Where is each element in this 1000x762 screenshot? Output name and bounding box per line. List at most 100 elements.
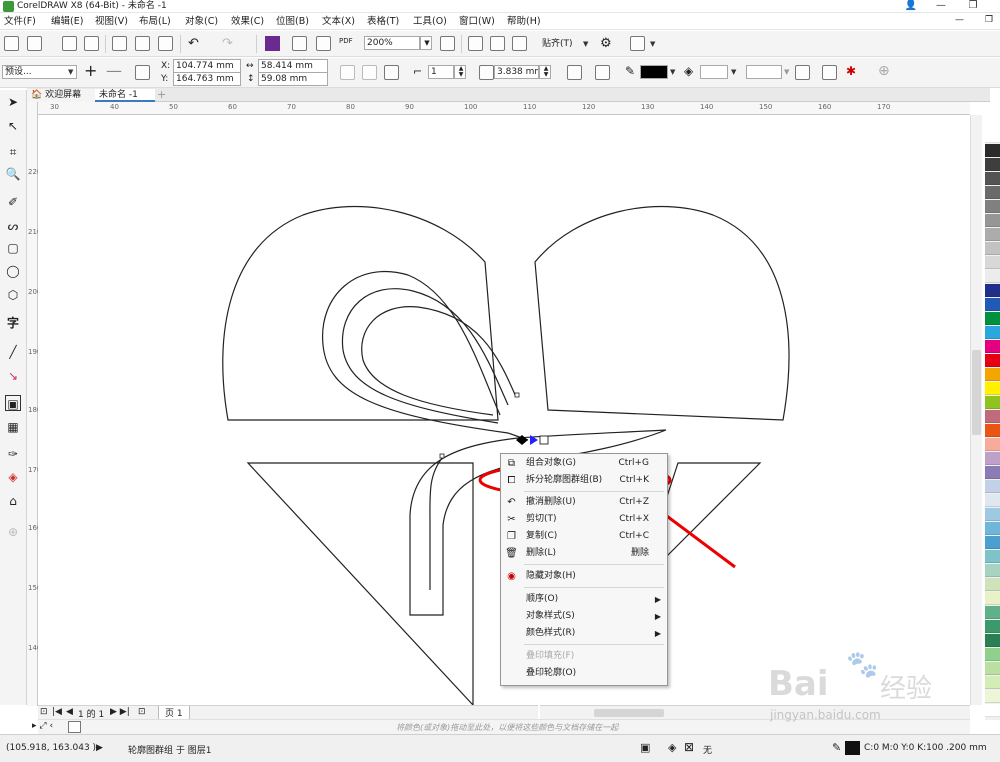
object-acceleration-icon[interactable]: [795, 65, 810, 80]
paste-icon[interactable]: [158, 36, 173, 51]
color-swatch[interactable]: [985, 620, 1000, 633]
menu-item-group[interactable]: ⧉ 组合对象(G) Ctrl+G: [501, 455, 667, 472]
smart-fill-icon[interactable]: ⌂: [5, 493, 21, 509]
add-tool-icon[interactable]: ⊕: [5, 524, 21, 540]
height-field[interactable]: 59.08 mm: [258, 72, 328, 86]
restore-doc-button[interactable]: ❐: [985, 15, 993, 25]
corel-connect-icon[interactable]: [265, 36, 280, 51]
tab-document[interactable]: 未命名 -1: [95, 89, 155, 102]
save-icon[interactable]: [62, 36, 77, 51]
new-document-icon[interactable]: [4, 36, 19, 51]
menu-item-break-contour[interactable]: ⧠ 拆分轮廓图群组(B) Ctrl+K: [501, 472, 667, 489]
color-swatch[interactable]: [985, 214, 1000, 227]
grid-icon[interactable]: [490, 36, 505, 51]
color-swatch[interactable]: [985, 242, 1000, 255]
add-preset-icon[interactable]: +: [84, 61, 97, 80]
copy-icon[interactable]: [135, 36, 150, 51]
menu-file[interactable]: 文件(F): [4, 14, 36, 29]
guidelines-icon[interactable]: [512, 36, 527, 51]
color-swatch[interactable]: [985, 452, 1000, 465]
first-page-icon[interactable]: ⊡: [40, 707, 48, 717]
menu-edit[interactable]: 编辑(E): [51, 14, 83, 29]
color-swatch[interactable]: [985, 550, 1000, 563]
menu-view[interactable]: 视图(V): [95, 14, 128, 29]
steps-spinner[interactable]: ▲ ▼: [454, 65, 466, 79]
menu-item-undo[interactable]: ↶ 撤消删除(U) Ctrl+Z: [501, 494, 667, 511]
color-swatch[interactable]: [985, 564, 1000, 577]
color-swatch[interactable]: [985, 480, 1000, 493]
transparency-icon[interactable]: ▦: [5, 419, 21, 435]
color-swatch[interactable]: [985, 130, 1000, 143]
freehand-icon[interactable]: ✐: [5, 194, 21, 210]
menu-item-color-styles[interactable]: 颜色样式(R) ▶: [501, 625, 667, 642]
menu-item-cut[interactable]: ✂ 剪切(T) Ctrl+X: [501, 511, 667, 528]
export-pdf-icon[interactable]: PDF: [339, 37, 353, 45]
menu-item-overprint-outline[interactable]: 叠印轮廓(O): [501, 665, 667, 682]
color-swatch[interactable]: [985, 578, 1000, 591]
x-position-field[interactable]: 104.774 mm: [173, 59, 241, 73]
object-origin-icon[interactable]: [135, 65, 150, 80]
menu-bitmap[interactable]: 位图(B): [276, 14, 309, 29]
prev-page-icon[interactable]: |◀: [52, 707, 62, 717]
print-icon[interactable]: [84, 36, 99, 51]
options-gear-icon[interactable]: ⚙: [600, 36, 612, 51]
contour-steps-field[interactable]: 1: [428, 65, 454, 79]
page-tab[interactable]: 页 1: [158, 706, 190, 720]
menu-item-order[interactable]: 顺序(O) ▶: [501, 591, 667, 608]
contour-corners-icon[interactable]: [567, 65, 582, 80]
crop-icon[interactable]: ⌗: [5, 144, 21, 160]
color-swatch[interactable]: [985, 228, 1000, 241]
polygon-icon[interactable]: ⬡: [5, 287, 21, 303]
color-swatch[interactable]: [985, 592, 1000, 605]
fill-color-swatch[interactable]: [700, 65, 728, 79]
color-swatch[interactable]: [985, 438, 1000, 451]
full-screen-icon[interactable]: [440, 36, 455, 51]
offset-spinner[interactable]: ▲ ▼: [539, 65, 551, 79]
color-swatch[interactable]: [985, 536, 1000, 549]
interactive-fill-icon[interactable]: ◈: [5, 469, 21, 485]
color-swatch[interactable]: [985, 522, 1000, 535]
outside-icon[interactable]: [384, 65, 399, 80]
connector-icon[interactable]: ↘: [5, 368, 21, 384]
artistic-media-icon[interactable]: ᔕ: [5, 218, 21, 234]
color-swatch[interactable]: [985, 158, 1000, 171]
account-icon[interactable]: 👤: [900, 0, 922, 13]
undo-icon[interactable]: ↶: [188, 36, 199, 51]
color-swatch[interactable]: [985, 186, 1000, 199]
menu-item-hide[interactable]: ◉ 隐藏对象(H): [501, 568, 667, 585]
menu-effects[interactable]: 效果(C): [231, 14, 264, 29]
menu-item-overprint-fill[interactable]: 叠印填充(F): [501, 648, 667, 665]
color-swatch[interactable]: [985, 466, 1000, 479]
color-swatch[interactable]: [985, 396, 1000, 409]
color-swatch[interactable]: [985, 340, 1000, 353]
restore-button[interactable]: ❐: [962, 0, 984, 13]
minimize-button[interactable]: —: [930, 0, 952, 13]
menu-window[interactable]: 窗口(W): [459, 14, 495, 29]
y-position-field[interactable]: 164.763 mm: [173, 72, 241, 86]
contour-offset-field[interactable]: 3.838 mm: [494, 65, 539, 79]
zoom-dropdown-button[interactable]: ▼: [420, 36, 432, 50]
menu-tools[interactable]: 工具(O): [413, 14, 447, 29]
scroll-thumb[interactable]: [972, 350, 981, 435]
cut-icon[interactable]: [112, 36, 127, 51]
import-icon[interactable]: [292, 36, 307, 51]
color-swatch[interactable]: [985, 382, 1000, 395]
add-page-icon[interactable]: ⊡: [138, 707, 146, 717]
last-fill-color-swatch[interactable]: [746, 65, 782, 79]
add-toolbar-icon[interactable]: ⊕: [878, 63, 890, 79]
color-swatch[interactable]: [985, 606, 1000, 619]
dimension-icon[interactable]: ╱: [5, 344, 21, 360]
color-swatch[interactable]: [985, 256, 1000, 269]
menu-help[interactable]: 帮助(H): [507, 14, 541, 29]
remove-preset-icon[interactable]: —: [106, 61, 122, 80]
back-icon[interactable]: ◀: [66, 707, 73, 717]
color-swatch[interactable]: [985, 172, 1000, 185]
color-proof-icon[interactable]: ▣: [640, 741, 650, 754]
scroll-thumb[interactable]: [594, 709, 664, 717]
color-swatch[interactable]: [985, 284, 1000, 297]
menu-item-object-styles[interactable]: 对象样式(S) ▶: [501, 608, 667, 625]
snap-to-dropdown[interactable]: 贴齐(T): [542, 38, 573, 50]
open-icon[interactable]: [27, 36, 42, 51]
outline-color-swatch[interactable]: [640, 65, 668, 79]
text-tool-icon[interactable]: 字: [5, 315, 21, 331]
